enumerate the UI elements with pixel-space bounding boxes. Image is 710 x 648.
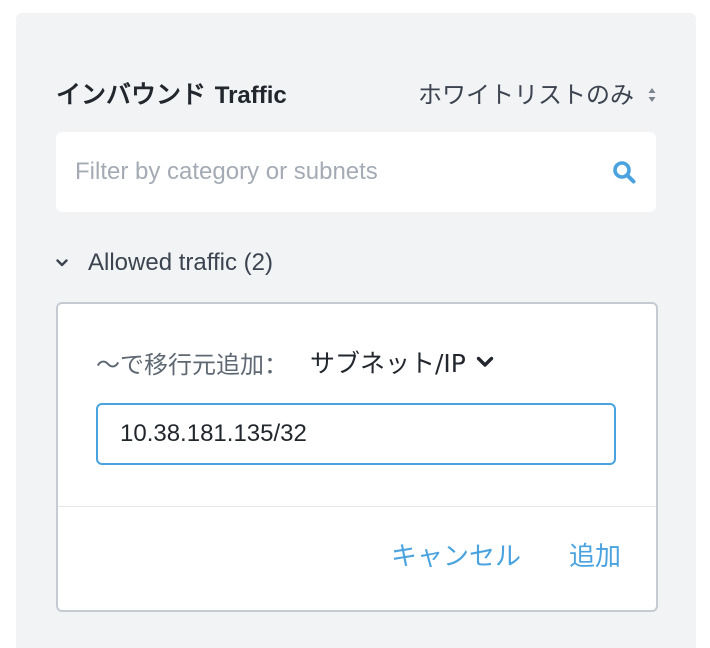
chevron-down-icon: [56, 259, 68, 267]
add-button[interactable]: 追加: [569, 537, 621, 577]
source-type-label: サブネット/IP: [310, 349, 466, 378]
traffic-mode-label: ホワイトリストのみ: [418, 81, 634, 109]
panel-header: インバウンド Traffic ホワイトリストのみ: [56, 75, 656, 115]
caret-down-icon: [476, 356, 494, 367]
cancel-button[interactable]: キャンセル: [391, 537, 521, 577]
add-source-row: 〜で移行元追加： サブネット/IP: [96, 342, 494, 382]
panel-title: インバウンド Traffic: [56, 75, 287, 116]
filter-search-input[interactable]: [56, 132, 596, 212]
inbound-traffic-panel: インバウンド Traffic ホワイトリストのみ Allowed traffic…: [16, 13, 696, 648]
subnet-ip-input[interactable]: [96, 403, 616, 465]
allowed-traffic-toggle[interactable]: Allowed traffic (2): [56, 245, 273, 281]
allowed-traffic-label: Allowed traffic (2): [88, 249, 273, 276]
add-source-prefix: 〜で移行元追加：: [96, 350, 288, 379]
sort-updown-icon: [648, 88, 656, 102]
search-icon[interactable]: [612, 160, 636, 184]
add-source-card-footer: キャンセル 追加: [58, 507, 656, 610]
add-source-card: 〜で移行元追加： サブネット/IP キャンセル 追加: [56, 302, 658, 612]
panel-title-ja: インバウンド: [56, 80, 207, 109]
traffic-mode-select[interactable]: ホワイトリストのみ: [418, 75, 656, 115]
panel-title-en: Traffic: [214, 82, 287, 109]
filter-search-box: [56, 132, 656, 212]
add-source-card-body: 〜で移行元追加： サブネット/IP: [58, 304, 656, 507]
source-type-dropdown[interactable]: サブネット/IP: [310, 344, 494, 380]
